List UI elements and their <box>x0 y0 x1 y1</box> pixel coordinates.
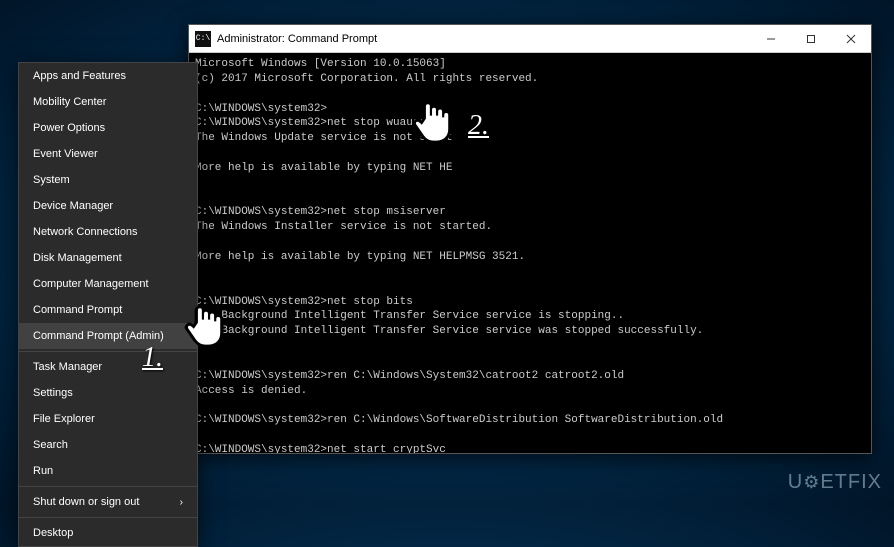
window-titlebar[interactable]: C:\ Administrator: Command Prompt <box>189 25 871 53</box>
menu-item-command-prompt[interactable]: Command Prompt <box>19 297 197 323</box>
menu-item-settings[interactable]: Settings <box>19 380 197 406</box>
menu-item-system[interactable]: System <box>19 167 197 193</box>
window-title: Administrator: Command Prompt <box>217 33 751 45</box>
gear-icon: ⚙ <box>803 472 820 493</box>
menu-separator <box>19 486 197 487</box>
cmd-icon: C:\ <box>195 31 211 47</box>
menu-item-event-viewer[interactable]: Event Viewer <box>19 141 197 167</box>
close-button[interactable] <box>831 25 871 53</box>
close-icon <box>846 34 856 44</box>
chevron-right-icon: › <box>180 497 183 508</box>
menu-item-task-manager[interactable]: Task Manager <box>19 354 197 380</box>
minimize-icon <box>766 34 776 44</box>
menu-item-disk-management[interactable]: Disk Management <box>19 245 197 271</box>
menu-item-desktop[interactable]: Desktop <box>19 520 197 546</box>
menu-item-file-explorer[interactable]: File Explorer <box>19 406 197 432</box>
command-prompt-window: C:\ Administrator: Command Prompt Micros… <box>188 24 872 454</box>
menu-item-search[interactable]: Search <box>19 432 197 458</box>
menu-item-mobility-center[interactable]: Mobility Center <box>19 89 197 115</box>
menu-separator <box>19 351 197 352</box>
terminal-body[interactable]: Microsoft Windows [Version 10.0.15063] (… <box>189 53 871 453</box>
menu-item-run[interactable]: Run <box>19 458 197 484</box>
minimize-button[interactable] <box>751 25 791 53</box>
menu-separator <box>19 517 197 518</box>
menu-item-device-manager[interactable]: Device Manager <box>19 193 197 219</box>
maximize-icon <box>806 34 816 44</box>
watermark: U⚙ETFIX <box>788 471 882 494</box>
menu-item-computer-management[interactable]: Computer Management <box>19 271 197 297</box>
menu-item-command-prompt-admin[interactable]: Command Prompt (Admin) <box>19 323 197 349</box>
maximize-button[interactable] <box>791 25 831 53</box>
menu-item-network-connections[interactable]: Network Connections <box>19 219 197 245</box>
menu-item-power-options[interactable]: Power Options <box>19 115 197 141</box>
menu-item-shutdown[interactable]: Shut down or sign out › <box>19 489 197 515</box>
winx-context-menu: Apps and Features Mobility Center Power … <box>18 62 198 547</box>
step-label-1: 1. <box>142 342 163 374</box>
window-controls <box>751 25 871 53</box>
menu-item-apps-features[interactable]: Apps and Features <box>19 63 197 89</box>
step-label-2: 2. <box>468 110 489 142</box>
